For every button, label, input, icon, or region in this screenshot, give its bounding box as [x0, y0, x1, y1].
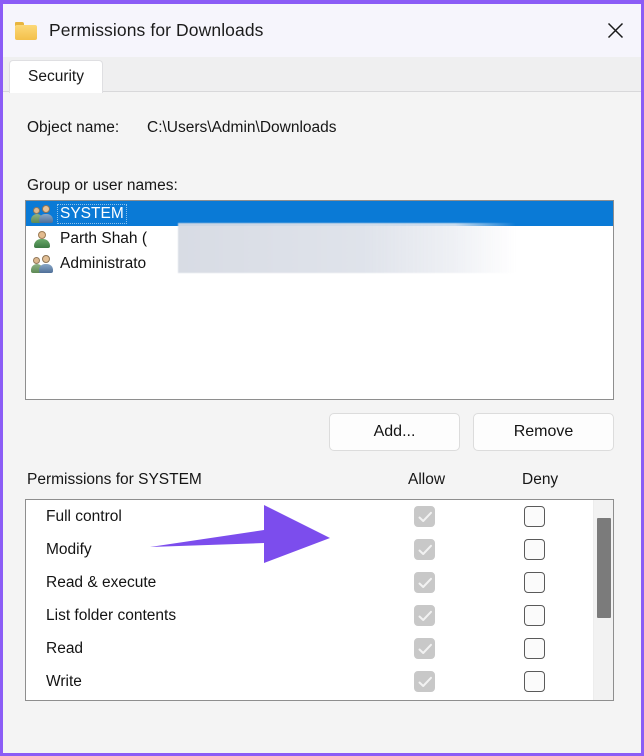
table-row[interactable]: List folder contents [26, 599, 613, 632]
object-name-value: C:\Users\Admin\Downloads [147, 119, 337, 136]
permission-label: Full control [46, 507, 122, 525]
permission-label: List folder contents [46, 606, 177, 624]
close-button[interactable] [589, 4, 641, 57]
list-item-label: SYSTEM [57, 203, 127, 224]
deny-checkbox[interactable] [524, 638, 545, 659]
title-bar: Permissions for Downloads [3, 4, 641, 57]
permissions-dialog-window: Permissions for Downloads Security Objec… [0, 0, 644, 756]
dialog-body: Object name: C:\Users\Admin\Downloads Gr… [3, 92, 641, 753]
permissions-scrollbar[interactable] [593, 500, 613, 700]
group-users-icon [31, 204, 53, 223]
tab-strip: Security [3, 57, 641, 93]
allow-checkbox[interactable] [414, 605, 435, 626]
table-row[interactable]: Read [26, 632, 613, 665]
allow-checkbox[interactable] [414, 671, 435, 692]
group-or-user-names-label: Group or user names: [27, 177, 178, 194]
remove-button[interactable]: Remove [473, 413, 614, 451]
group-users-icon [31, 254, 53, 273]
scrollbar-thumb[interactable] [597, 518, 611, 618]
deny-checkbox[interactable] [524, 572, 545, 593]
column-header-allow: Allow [408, 471, 446, 488]
list-item[interactable]: SYSTEM [26, 201, 613, 226]
single-user-icon [32, 229, 52, 248]
list-item[interactable]: Parth Shah ( [26, 226, 613, 251]
deny-checkbox[interactable] [524, 506, 545, 527]
permission-label: Read & execute [46, 573, 157, 591]
table-row[interactable]: Read & execute [26, 566, 613, 599]
close-icon [606, 21, 625, 40]
window-title: Permissions for Downloads [49, 20, 264, 40]
object-name-row: Object name: C:\Users\Admin\Downloads [27, 119, 337, 137]
deny-checkbox[interactable] [524, 539, 545, 560]
list-item-label: Administrato [60, 254, 147, 272]
tab-security-label: Security [28, 68, 84, 85]
list-item[interactable]: Administrato [26, 251, 613, 276]
permissions-list[interactable]: Full control Modify Read & execute List … [25, 499, 614, 701]
column-header-deny: Deny [522, 471, 559, 488]
permission-label: Read [46, 639, 84, 657]
tab-security[interactable]: Security [9, 60, 103, 93]
list-item-label: Parth Shah ( [60, 229, 148, 247]
permissions-header: Permissions for SYSTEM Allow Deny [27, 471, 615, 493]
permission-label: Modify [46, 540, 92, 558]
deny-checkbox[interactable] [524, 671, 545, 692]
add-button-label: Add... [373, 423, 416, 440]
add-button[interactable]: Add... [329, 413, 460, 451]
allow-checkbox[interactable] [414, 506, 435, 527]
allow-checkbox[interactable] [414, 572, 435, 593]
permissions-title: Permissions for SYSTEM [27, 471, 202, 488]
table-row[interactable]: Write [26, 665, 613, 698]
group-or-user-names-list[interactable]: SYSTEM Parth Shah ( Administrato [25, 200, 614, 400]
table-row[interactable]: Modify [26, 533, 613, 566]
allow-checkbox[interactable] [414, 539, 435, 560]
allow-checkbox[interactable] [414, 638, 435, 659]
folder-icon [15, 21, 37, 40]
permission-label: Write [46, 672, 82, 690]
deny-checkbox[interactable] [524, 605, 545, 626]
object-name-label: Object name: [27, 119, 120, 136]
table-row[interactable]: Full control [26, 500, 613, 533]
remove-button-label: Remove [513, 423, 574, 440]
